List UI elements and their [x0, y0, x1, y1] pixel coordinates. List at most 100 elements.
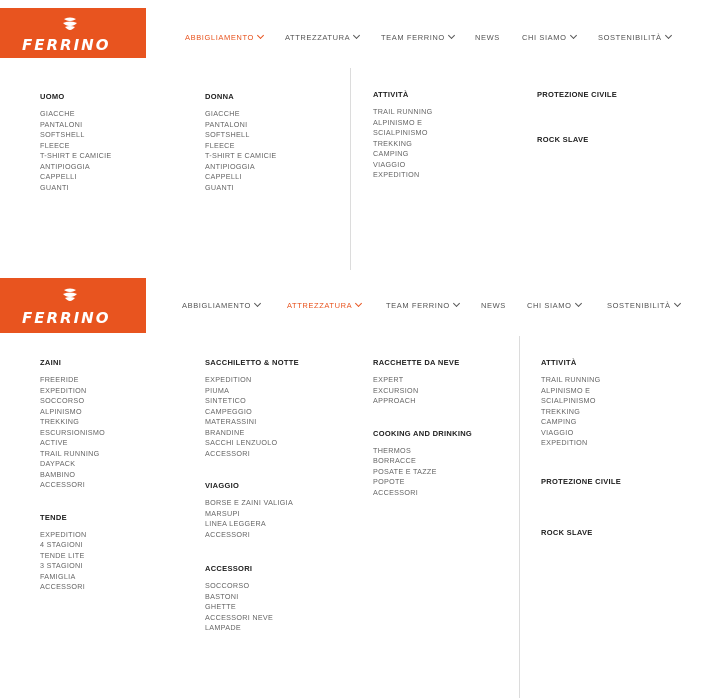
nav-item-attrezzatura[interactable]: ATTREZZATURA: [287, 299, 363, 310]
rock-slave-link[interactable]: ROCK SLAVE: [537, 135, 617, 144]
menu-link[interactable]: CAMPING: [373, 149, 433, 160]
menu-link[interactable]: MARSUPI: [205, 509, 299, 520]
nav-item-team-ferrino[interactable]: TEAM FERRINO: [386, 299, 460, 310]
nav-item-news[interactable]: NEWS: [481, 301, 506, 310]
nav-item-attrezzatura[interactable]: ATTREZZATURA: [285, 31, 361, 42]
menu-link[interactable]: SOCCORSO: [205, 581, 299, 592]
menu-link[interactable]: LINEA LEGGERA: [205, 519, 299, 530]
menu-link[interactable]: T-SHIRT E CAMICIE: [40, 151, 112, 162]
column-title[interactable]: ATTIVITÀ: [373, 90, 433, 99]
menu-link[interactable]: SOFTSHELL: [205, 130, 277, 141]
menu-link[interactable]: CAMPEGGIO: [205, 407, 299, 418]
menu-link[interactable]: SOFTSHELL: [40, 130, 112, 141]
menu-link[interactable]: PIUMA: [205, 386, 299, 397]
menu-link[interactable]: SCIALPINISMO: [541, 396, 621, 407]
menu-link[interactable]: ANTIPIOGGIA: [205, 162, 277, 173]
menu-link[interactable]: GHETTE: [205, 602, 299, 613]
protezione-civile-link[interactable]: PROTEZIONE CIVILE: [541, 477, 621, 486]
column-title[interactable]: DONNA: [205, 92, 277, 101]
menu-link[interactable]: EXPEDITION: [541, 438, 621, 449]
menu-link[interactable]: GUANTI: [40, 183, 112, 194]
menu-link[interactable]: ANTIPIOGGIA: [40, 162, 112, 173]
menu-link[interactable]: ALPINISMO E: [373, 118, 433, 129]
nav-item-sostenibilita[interactable]: SOSTENIBILITÀ: [598, 31, 672, 42]
menu-link[interactable]: BRANDINE: [205, 428, 299, 439]
menu-link[interactable]: EXPEDITION: [40, 530, 105, 541]
menu-link[interactable]: LAMPADE: [205, 623, 299, 634]
menu-link[interactable]: TREKKING: [541, 407, 621, 418]
menu-link[interactable]: ACCESSORI: [205, 449, 299, 460]
menu-link[interactable]: POSATE E TAZZE: [373, 467, 472, 478]
chevron-down-icon: [569, 31, 577, 40]
menu-link[interactable]: ACCESSORI: [373, 488, 472, 499]
column-title[interactable]: VIAGGIO: [205, 481, 299, 490]
nav-item-abbigliamento[interactable]: ABBIGLIAMENTO: [182, 299, 261, 310]
menu-link[interactable]: ACCESSORI: [205, 530, 299, 541]
menu-link[interactable]: EXPEDITION: [205, 375, 299, 386]
nav-item-news[interactable]: NEWS: [475, 33, 500, 42]
menu-link[interactable]: BORSE E ZAINI VALIGIA: [205, 498, 299, 509]
menu-link[interactable]: BAMBINO: [40, 470, 105, 481]
menu-link[interactable]: FREERIDE: [40, 375, 105, 386]
menu-link[interactable]: BORRACCE: [373, 456, 472, 467]
menu-link[interactable]: EXPERT: [373, 375, 472, 386]
menu-link[interactable]: ACTIVE: [40, 438, 105, 449]
menu-link[interactable]: SACCHI LENZUOLO: [205, 438, 299, 449]
menu-link[interactable]: 3 STAGIONI: [40, 561, 105, 572]
menu-link[interactable]: GIACCHE: [205, 109, 277, 120]
menu-link[interactable]: EXPEDITION: [373, 170, 433, 181]
menu-link[interactable]: VIAGGIO: [373, 160, 433, 171]
menu-link[interactable]: MATERASSINI: [205, 417, 299, 428]
menu-link[interactable]: SOCCORSO: [40, 396, 105, 407]
menu-link[interactable]: CAMPING: [541, 417, 621, 428]
nav-item-chi-siamo[interactable]: CHI SIAMO: [522, 31, 577, 42]
column-title[interactable]: UOMO: [40, 92, 112, 101]
menu-link[interactable]: FLEECE: [40, 141, 112, 152]
column-title[interactable]: SACCHILETTO & NOTTE: [205, 358, 299, 367]
menu-link[interactable]: TRAIL RUNNING: [373, 107, 433, 118]
menu-link[interactable]: PANTALONI: [205, 120, 277, 131]
menu-link[interactable]: VIAGGIO: [541, 428, 621, 439]
menu-link[interactable]: GUANTI: [205, 183, 277, 194]
menu-link[interactable]: 4 STAGIONI: [40, 540, 105, 551]
column-title[interactable]: ZAINI: [40, 358, 105, 367]
menu-link[interactable]: ALPINISMO E: [541, 386, 621, 397]
menu-link[interactable]: FAMIGLIA: [40, 572, 105, 583]
nav-item-chi-siamo[interactable]: CHI SIAMO: [527, 299, 582, 310]
menu-link[interactable]: T-SHIRT E CAMICIE: [205, 151, 277, 162]
menu-link[interactable]: EXCURSION: [373, 386, 472, 397]
menu-link[interactable]: PANTALONI: [40, 120, 112, 131]
column-title[interactable]: COOKING AND DRINKING: [373, 429, 472, 438]
menu-link[interactable]: TREKKING: [40, 417, 105, 428]
column-title[interactable]: TENDE: [40, 513, 105, 522]
menu-link[interactable]: ACCESSORI: [40, 480, 105, 491]
nav-item-team-ferrino[interactable]: TEAM FERRINO: [381, 31, 455, 42]
nav-item-abbigliamento[interactable]: ABBIGLIAMENTO: [185, 31, 264, 42]
menu-link[interactable]: TENDE LITE: [40, 551, 105, 562]
menu-link[interactable]: CAPPELLI: [40, 172, 112, 183]
menu-link[interactable]: GIACCHE: [40, 109, 112, 120]
menu-link[interactable]: SINTETICO: [205, 396, 299, 407]
menu-link[interactable]: ESCURSIONISMO: [40, 428, 105, 439]
column-title[interactable]: ATTIVITÀ: [541, 358, 621, 367]
menu-link[interactable]: ACCESSORI: [40, 582, 105, 593]
menu-link[interactable]: SCIALPINISMO: [373, 128, 433, 139]
menu-link[interactable]: ACCESSORI NEVE: [205, 613, 299, 624]
menu-link[interactable]: CAPPELLI: [205, 172, 277, 183]
menu-link[interactable]: ALPINISMO: [40, 407, 105, 418]
column-title[interactable]: ACCESSORI: [205, 564, 299, 573]
menu-link[interactable]: FLEECE: [205, 141, 277, 152]
menu-link[interactable]: TREKKING: [373, 139, 433, 150]
menu-link[interactable]: THERMOS: [373, 446, 472, 457]
column-title[interactable]: RACCHETTE DA NEVE: [373, 358, 472, 367]
nav-item-sostenibilita[interactable]: SOSTENIBILITÀ: [607, 299, 681, 310]
menu-link[interactable]: EXPEDITION: [40, 386, 105, 397]
menu-link[interactable]: BASTONI: [205, 592, 299, 603]
protezione-civile-link[interactable]: PROTEZIONE CIVILE: [537, 90, 617, 99]
menu-link[interactable]: DAYPACK: [40, 459, 105, 470]
rock-slave-link[interactable]: ROCK SLAVE: [541, 528, 621, 537]
menu-link[interactable]: TRAIL RUNNING: [541, 375, 621, 386]
menu-link[interactable]: TRAIL RUNNING: [40, 449, 105, 460]
menu-link[interactable]: POPOTE: [373, 477, 472, 488]
menu-link[interactable]: APPROACH: [373, 396, 472, 407]
